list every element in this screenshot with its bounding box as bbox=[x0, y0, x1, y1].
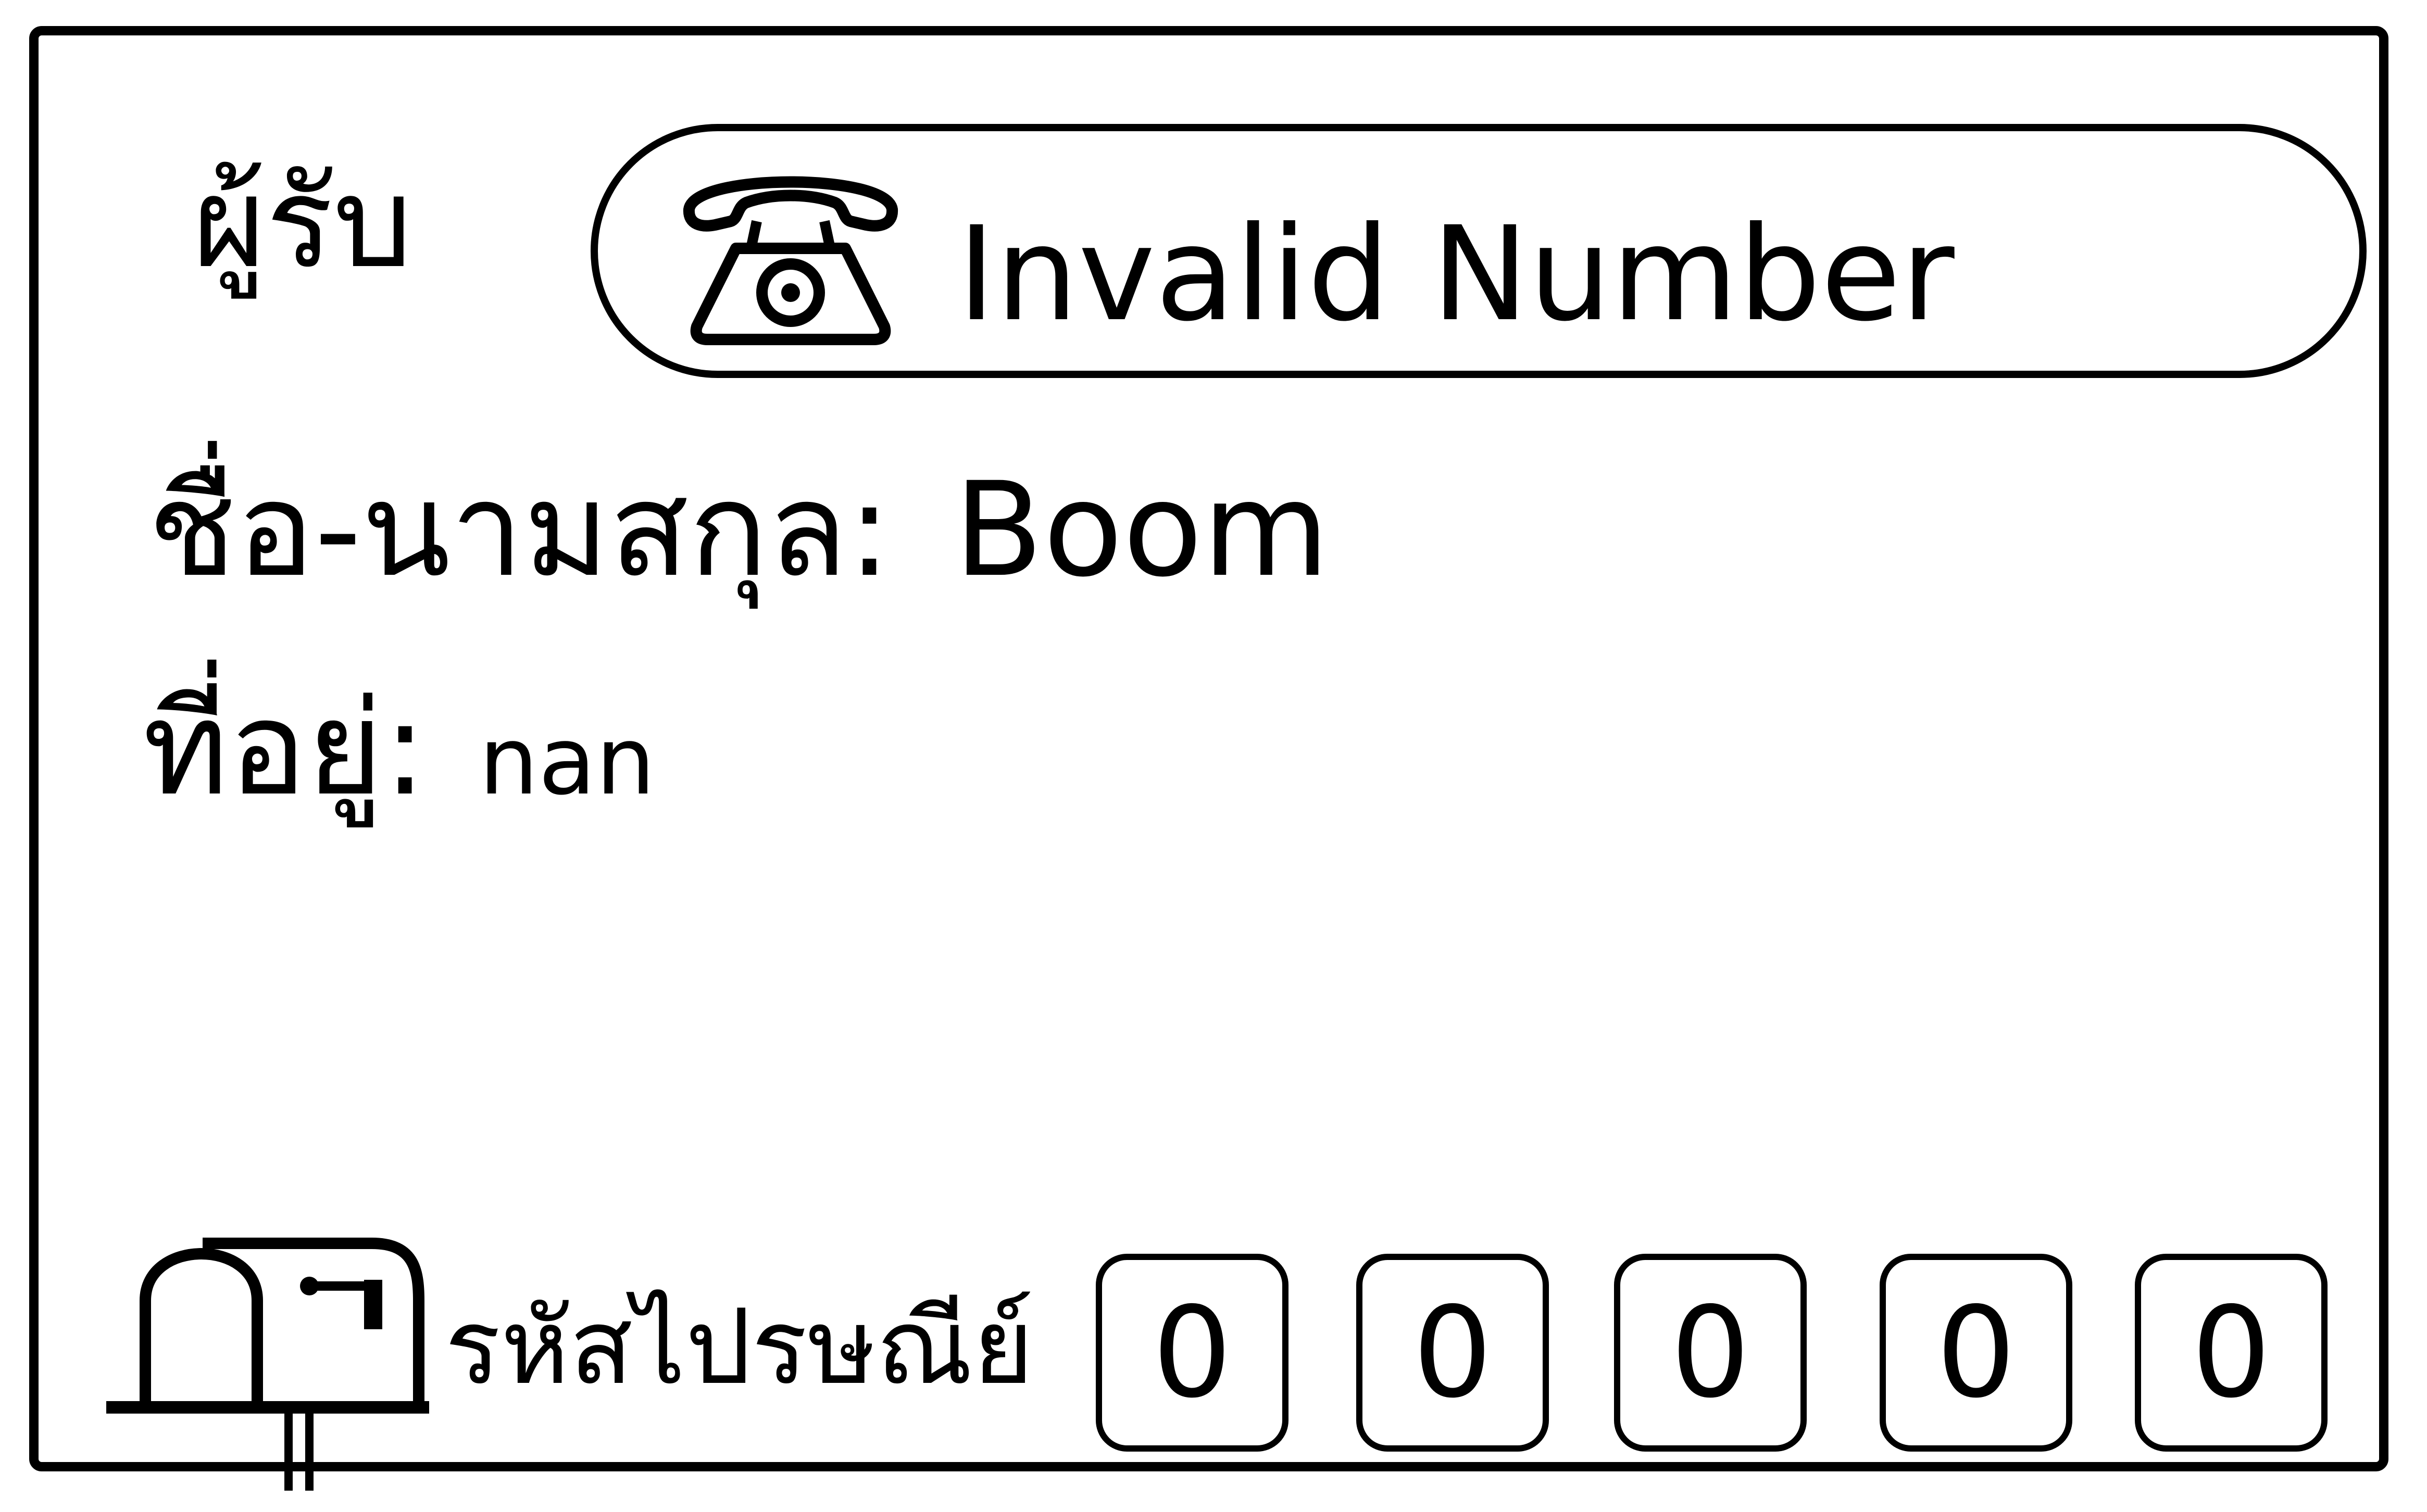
postal-digit-box-3: 0 bbox=[1614, 1254, 1807, 1452]
postal-digit-box-2: 0 bbox=[1356, 1254, 1549, 1452]
address-value: nan bbox=[479, 707, 656, 816]
postal-digit-box-4: 0 bbox=[1880, 1254, 2072, 1452]
postal-digit-box-5: 0 bbox=[2135, 1254, 2328, 1452]
postal-code-label: รหัสไปรษณีย์ bbox=[445, 1287, 1034, 1408]
address-label: ที่อยู่: bbox=[143, 673, 427, 824]
postal-code-digits: 0 0 0 0 0 bbox=[1096, 1254, 2335, 1452]
name-row: ชื่อ-นามสกุล: Boom bbox=[148, 452, 1329, 608]
address-row: ที่อยู่: nan bbox=[143, 671, 655, 827]
address-label-card: ผู้รับ Invalid Number ชื่อ-นามสกุล: Boom … bbox=[29, 26, 2388, 1491]
telephone-icon bbox=[683, 176, 898, 345]
postal-digit-box-1: 0 bbox=[1096, 1254, 1288, 1452]
mailbox-icon bbox=[106, 1238, 429, 1491]
name-value: Boom bbox=[954, 454, 1330, 606]
recipient-label: ผู้รับ bbox=[193, 150, 412, 296]
name-label: ชื่อ-นามสกุล: bbox=[148, 454, 892, 606]
phone-number-box: Invalid Number bbox=[591, 124, 2367, 378]
phone-number-text: Invalid Number bbox=[957, 198, 1955, 350]
